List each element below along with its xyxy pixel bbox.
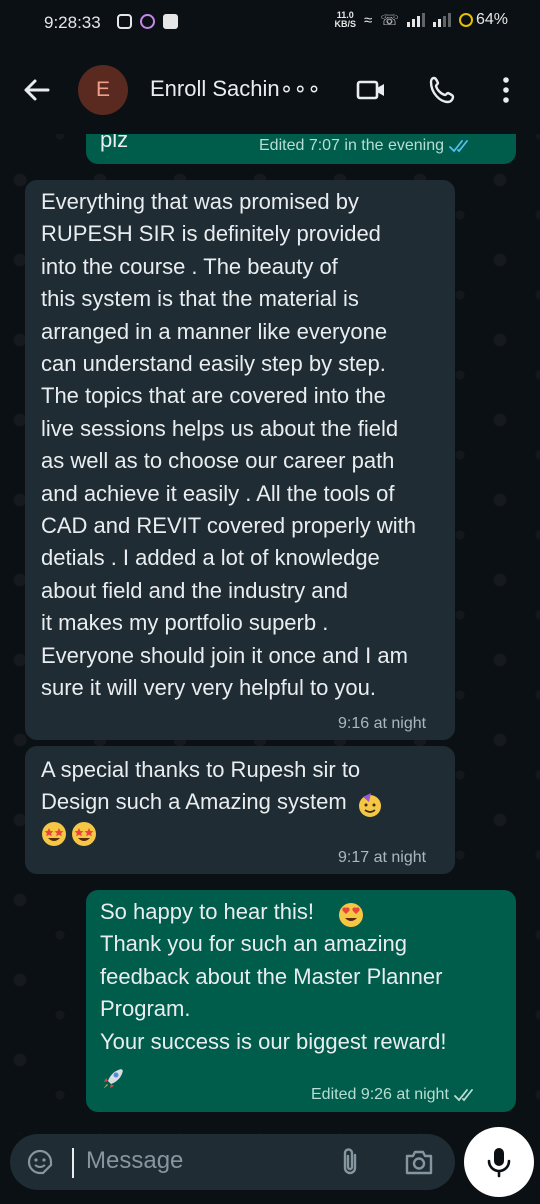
network-speed-unit: KB/S [334, 19, 356, 29]
battery-percent: 64% [475, 11, 508, 28]
message-meta: 9:17 at night [338, 849, 426, 867]
message-bubble-outgoing[interactable]: plz Edited 7:07 in the evening [86, 134, 516, 164]
back-arrow-icon[interactable] [20, 74, 52, 106]
message-timestamp: 9:17 at night [338, 849, 427, 866]
message-timestamp: 9:16 at night [338, 715, 427, 732]
wifi-calling-icon: ☏ [380, 12, 399, 29]
heart-eyes-emoji [339, 903, 363, 927]
chat-header: E Enroll Sachin∘∘∘ [0, 46, 540, 134]
instagram-icon [117, 14, 132, 29]
signal-2-icon [432, 13, 451, 27]
video-call-icon[interactable] [355, 74, 387, 106]
message-meta: Edited 9:26 at night [311, 1086, 478, 1104]
emoji-row [41, 821, 451, 847]
message-meta: Edited 7:07 in the evening [259, 137, 473, 155]
delivered-receipt-icon [453, 1089, 473, 1102]
message-meta: 9:16 at night [338, 715, 426, 733]
text-cursor [72, 1148, 74, 1178]
message-text: A special thanks to Rupesh sir to Design… [41, 757, 361, 815]
signal-1-icon [406, 13, 425, 27]
message-text: plz [100, 134, 129, 152]
status-time: 9:28:33 [44, 13, 101, 32]
rocket-emoji [103, 1069, 123, 1089]
notification-icons [117, 14, 178, 29]
battery-saver-icon [458, 13, 473, 27]
camera-icon[interactable] [403, 1147, 435, 1177]
message-text: Everything that was promised by RUPESH S… [41, 189, 416, 701]
status-bar: 9:28:33 11.0 KB/S ≈ ☏ 64% [0, 0, 540, 46]
battery-indicator: 64% [458, 11, 508, 29]
sticker-emoji-icon[interactable] [26, 1148, 54, 1176]
message-text: So happy to hear this! Thank you for suc… [100, 899, 447, 1054]
message-content: A special thanks to Rupesh sir to Design… [41, 754, 451, 847]
wifi-icon: ≈ [363, 11, 373, 29]
message-bubble-incoming[interactable]: A special thanks to Rupesh sir to Design… [25, 746, 455, 874]
more-options-icon[interactable] [490, 74, 522, 106]
contact-name[interactable]: Enroll Sachin∘∘∘ [150, 76, 321, 102]
message-bubble-incoming[interactable]: Everything that was promised by RUPESH S… [25, 180, 455, 740]
microphone-icon [487, 1148, 511, 1178]
star-struck-emoji [72, 821, 97, 846]
phone-icon[interactable] [427, 74, 459, 106]
partying-face-emoji [359, 793, 382, 818]
read-receipt-icon [449, 140, 468, 153]
message-timestamp: Edited 7:07 in the evening [259, 137, 445, 154]
avatar[interactable]: E [78, 65, 128, 115]
message-bubble-outgoing[interactable]: So happy to hear this! Thank you for suc… [86, 890, 516, 1112]
youtube-icon [163, 14, 178, 29]
message-composer: Message [0, 1127, 540, 1204]
message-input[interactable]: Message [10, 1134, 455, 1190]
message-timestamp: Edited 9:26 at night [311, 1086, 449, 1103]
star-struck-emoji [42, 821, 66, 846]
voice-message-button[interactable] [464, 1127, 534, 1197]
message-list[interactable]: plz Edited 7:07 in the evening Everythin… [0, 134, 540, 1134]
message-placeholder: Message [86, 1147, 184, 1174]
message-content: So happy to hear this! Thank you for suc… [100, 896, 500, 1058]
network-speed: 11.0 KB/S [334, 11, 356, 29]
attach-icon[interactable] [337, 1146, 363, 1178]
system-indicators: 11.0 KB/S ≈ ☏ 64% [334, 11, 508, 30]
timer-app-icon [140, 14, 155, 29]
